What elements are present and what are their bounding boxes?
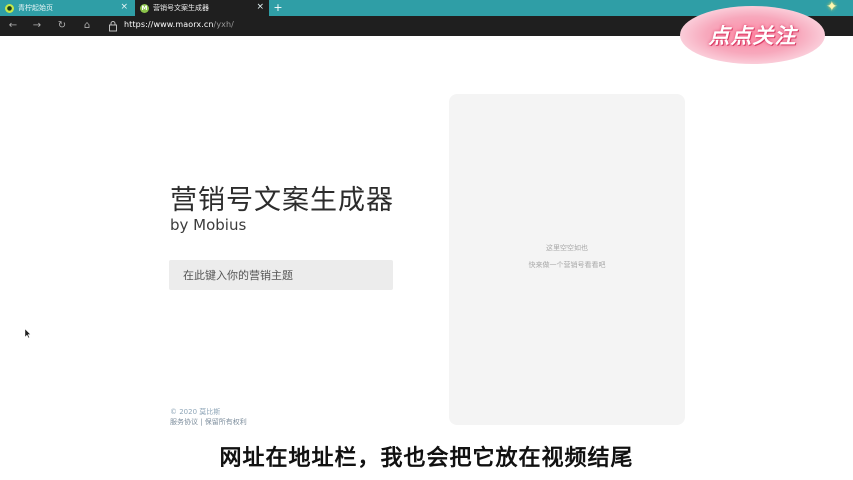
close-icon[interactable]: × <box>256 2 264 12</box>
follow-badge: 点点关注 <box>680 6 825 64</box>
tab-start-page[interactable]: ● 青柠起始页 × <box>0 0 133 16</box>
site-favicon: M <box>140 3 149 13</box>
mouse-cursor-icon <box>25 329 31 338</box>
page-title: 营销号文案生成器 <box>170 185 394 216</box>
footer-links[interactable]: 服务协议 | 保留所有权利 <box>170 417 247 427</box>
address-bar[interactable]: https://www.maorx.cn/yxh/ <box>124 20 234 29</box>
lime-circle-icon: ● <box>5 3 14 13</box>
preview-empty-text: 这里空空如也 <box>546 244 588 252</box>
new-tab-button[interactable]: + <box>271 0 285 16</box>
topic-input[interactable] <box>169 260 393 290</box>
tab-label: 营销号文案生成器 <box>153 4 209 12</box>
author-byline: by Mobius <box>170 216 247 234</box>
forward-arrow-icon[interactable]: → <box>30 19 44 33</box>
url-host: https://www.maorx.cn <box>124 20 214 29</box>
sparkle-icon: ✦ <box>826 0 838 15</box>
home-icon[interactable]: ⌂ <box>80 19 94 33</box>
follow-badge-text: 点点关注 <box>708 24 797 48</box>
lock-icon[interactable] <box>108 20 118 32</box>
preview-panel: 这里空空如也 快来做一个营销号看看吧 <box>449 94 685 425</box>
refresh-icon[interactable]: ↻ <box>55 19 69 33</box>
video-subtitle: 网址在地址栏，我也会把它放在视频结尾 <box>219 446 634 471</box>
footer-copyright: © 2020 莫比斯 <box>170 408 221 416</box>
close-icon[interactable]: × <box>120 2 128 12</box>
preview-hint-text: 快来做一个营销号看看吧 <box>528 261 606 269</box>
url-path: /yxh/ <box>213 20 234 29</box>
tab-label: 青柠起始页 <box>18 4 53 12</box>
back-arrow-icon[interactable]: ← <box>6 19 20 33</box>
tab-generator[interactable]: M 营销号文案生成器 × <box>135 0 269 16</box>
